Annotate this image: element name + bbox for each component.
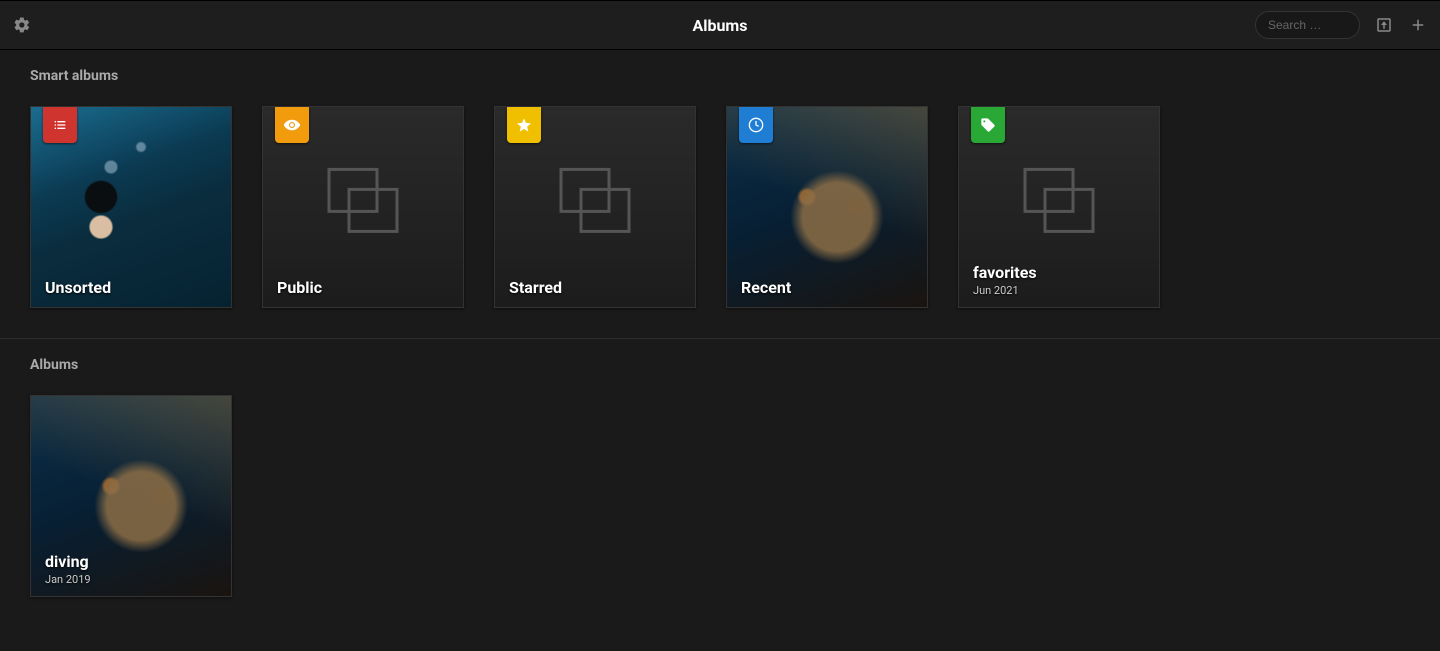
album-title: diving	[45, 552, 217, 571]
settings-button[interactable]	[12, 15, 32, 35]
album-favorites[interactable]: favorites Jun 2021	[958, 106, 1160, 308]
badge-starred	[507, 107, 541, 143]
badge-favorites	[971, 107, 1005, 143]
badge-recent	[739, 107, 773, 143]
album-diving[interactable]: diving Jan 2019	[30, 395, 232, 597]
album-title-wrap: Recent	[741, 278, 913, 297]
album-public[interactable]: Public	[262, 106, 464, 308]
album-title-wrap: Unsorted	[45, 278, 217, 297]
gear-icon	[13, 16, 31, 34]
app-header: Albums	[0, 0, 1440, 50]
clock-icon	[748, 117, 764, 133]
empty-placeholder-icon	[559, 167, 631, 233]
smart-albums-grid: Unsorted Public Starred	[0, 106, 1440, 308]
empty-placeholder-icon	[327, 167, 399, 233]
star-icon	[516, 117, 532, 133]
album-title: Unsorted	[45, 278, 217, 297]
album-subtitle: Jun 2021	[973, 284, 1145, 297]
album-title: Starred	[509, 278, 681, 297]
album-title: favorites	[973, 263, 1145, 282]
tag-icon	[980, 117, 996, 133]
album-title-wrap: Public	[277, 278, 449, 297]
page-title: Albums	[692, 16, 747, 35]
album-title: Recent	[741, 278, 913, 297]
badge-public	[275, 107, 309, 143]
album-subtitle: Jan 2019	[45, 573, 217, 586]
empty-placeholder-icon	[1023, 167, 1095, 233]
badge-unsorted	[43, 107, 77, 143]
album-title-wrap: diving Jan 2019	[45, 552, 217, 586]
album-starred[interactable]: Starred	[494, 106, 696, 308]
eye-icon	[283, 116, 301, 134]
header-right	[1255, 11, 1428, 39]
plus-icon	[1409, 16, 1427, 34]
album-title-wrap: favorites Jun 2021	[973, 263, 1145, 297]
album-title: Public	[277, 278, 449, 297]
albums-heading: Albums	[0, 357, 1440, 395]
album-title-wrap: Starred	[509, 278, 681, 297]
add-button[interactable]	[1408, 15, 1428, 35]
smart-albums-heading: Smart albums	[0, 68, 1440, 106]
albums-section: Albums diving Jan 2019	[0, 339, 1440, 597]
smart-albums-section: Smart albums Unsorted Public	[0, 50, 1440, 308]
album-unsorted[interactable]: Unsorted	[30, 106, 232, 308]
header-left	[12, 15, 212, 35]
list-icon	[52, 117, 68, 133]
import-icon	[1375, 16, 1393, 34]
album-recent[interactable]: Recent	[726, 106, 928, 308]
search-input[interactable]	[1255, 11, 1360, 39]
import-button[interactable]	[1374, 15, 1394, 35]
albums-grid: diving Jan 2019	[0, 395, 1440, 597]
